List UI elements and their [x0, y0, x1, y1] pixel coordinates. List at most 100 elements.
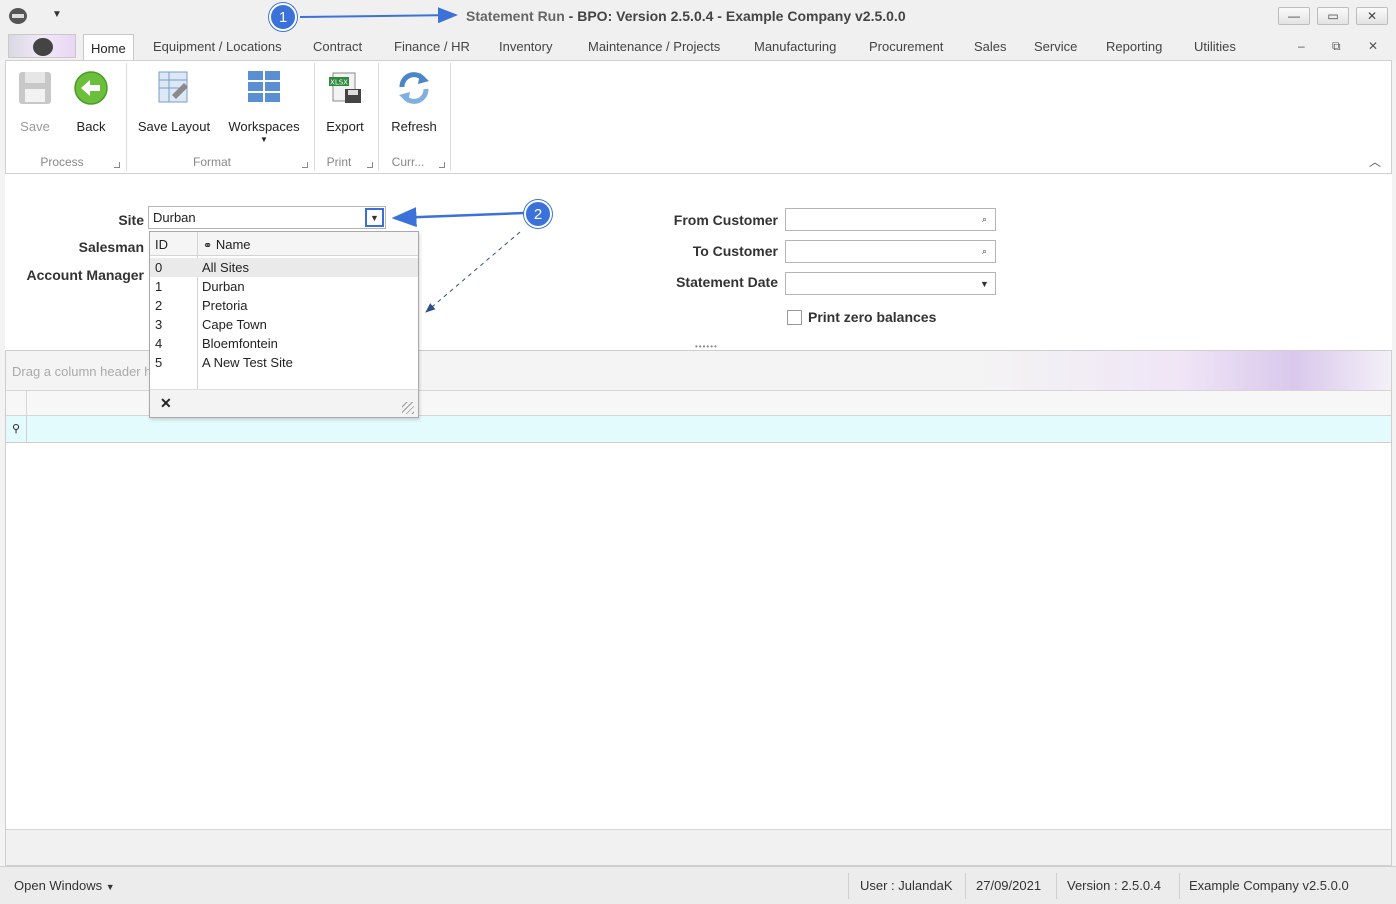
row-id: 5: [155, 355, 163, 370]
status-user: User : JulandaK: [860, 878, 953, 893]
group-launcher-icon[interactable]: [114, 162, 120, 168]
window-title-prefix: Statement Run: [466, 8, 565, 24]
row-name: All Sites: [202, 260, 249, 275]
close-button[interactable]: ✕: [1356, 7, 1388, 25]
group-launcher-icon[interactable]: [302, 162, 308, 168]
dropdown-row[interactable]: 0 All Sites: [150, 258, 418, 277]
tab-procurement[interactable]: Procurement: [869, 39, 943, 54]
tab-finance-hr[interactable]: Finance / HR: [394, 39, 470, 54]
statement-date-label: Statement Date: [676, 274, 778, 290]
group-launcher-icon[interactable]: [367, 162, 373, 168]
chevron-down-icon[interactable]: ▼: [975, 274, 994, 293]
tab-contract[interactable]: Contract: [313, 39, 362, 54]
svg-text:XLSX: XLSX: [330, 79, 348, 87]
group-launcher-icon[interactable]: [439, 162, 445, 168]
mdi-minimize-button[interactable]: –: [1298, 39, 1305, 53]
statement-grid: Drag a column header here to group by th…: [5, 350, 1392, 866]
export-xlsx-icon: XLSX: [329, 72, 361, 103]
dropdown-row[interactable]: 2 Pretoria: [150, 296, 418, 315]
tab-maintenance-projects[interactable]: Maintenance / Projects: [588, 39, 720, 54]
dropdown-col-name[interactable]: ⚭ Name: [203, 237, 251, 252]
site-value: Durban: [153, 210, 196, 225]
export-button[interactable]: XLSX Export: [320, 67, 370, 147]
mdi-restore-button[interactable]: ⧉: [1332, 39, 1341, 54]
print-zero-balances-checkbox[interactable]: [787, 310, 802, 325]
status-version: Version : 2.5.0.4: [1067, 878, 1161, 893]
dropdown-header: ID ⚭ Name: [150, 232, 418, 389]
dropdown-col-id[interactable]: ID: [155, 237, 168, 252]
refresh-icon: [399, 72, 429, 104]
auto-filter-row[interactable]: ⚲: [6, 416, 1391, 443]
save-label: Save: [20, 119, 50, 134]
site-combo[interactable]: Durban ▼: [148, 206, 386, 229]
to-customer-input[interactable]: ⌕: [785, 240, 996, 263]
dropdown-row[interactable]: 1 Durban: [150, 277, 418, 296]
back-label: Back: [76, 119, 106, 134]
open-windows-menu[interactable]: Open Windows ▼: [14, 878, 115, 893]
tab-service[interactable]: Service: [1034, 39, 1077, 54]
row-name: Durban: [202, 279, 245, 294]
chevron-down-icon: ▼: [370, 212, 379, 223]
tab-manufacturing[interactable]: Manufacturing: [754, 39, 836, 54]
tab-equipment-locations[interactable]: Equipment / Locations: [153, 39, 282, 54]
search-icon[interactable]: ⌕: [975, 242, 994, 261]
ribbon-tabs: Home Equipment / Locations Contract Fina…: [0, 34, 1396, 61]
tab-home[interactable]: Home: [83, 34, 134, 61]
group-separator: [450, 63, 451, 171]
site-dropdown-list: ID ⚭ Name 0 All Sites 1 Durban 2 Pretoria 3…: [149, 231, 419, 418]
save-layout-button[interactable]: Save Layout: [134, 67, 214, 147]
row-id: 3: [155, 317, 163, 332]
app-logo-icon[interactable]: [8, 6, 28, 26]
dropdown-row[interactable]: 4 Bloemfontein: [150, 334, 418, 353]
tab-reporting[interactable]: Reporting: [1106, 39, 1162, 54]
to-customer-label: To Customer: [692, 243, 778, 259]
row-id: 4: [155, 336, 163, 351]
group-separator: [378, 63, 379, 171]
window-title-rest: - BPO: Version 2.5.0.4 - Example Company…: [564, 8, 906, 24]
application-menu-button[interactable]: [8, 34, 76, 58]
collapse-ribbon-icon[interactable]: ︿: [1369, 153, 1381, 170]
site-label: Site: [118, 212, 144, 228]
resize-grip-icon[interactable]: [402, 402, 414, 414]
floppy-disk-icon: [19, 72, 51, 104]
save-layout-label: Save Layout: [137, 119, 211, 134]
print-zero-balances-label: Print zero balances: [808, 309, 937, 325]
back-button[interactable]: Back: [66, 67, 116, 147]
filter-row-pin-icon: ⚲: [6, 416, 27, 443]
refresh-button[interactable]: Refresh: [386, 67, 442, 147]
statement-date-picker[interactable]: ▼: [785, 272, 996, 295]
account-manager-label: Account Manager: [26, 267, 144, 283]
quick-access-dropdown-icon[interactable]: ▼: [52, 9, 62, 20]
row-id: 2: [155, 298, 163, 313]
ribbon-panel: Save Back Save Layout Workspaces ▼ XLSX …: [5, 60, 1392, 174]
status-separator: [1056, 873, 1057, 899]
app-menu-logo-icon: [33, 38, 53, 56]
search-icon[interactable]: ⌕: [975, 210, 994, 229]
binoculars-icon: ⚭: [203, 240, 213, 252]
from-customer-input[interactable]: ⌕: [785, 208, 996, 231]
back-arrow-icon: [74, 71, 108, 105]
save-button[interactable]: Save: [12, 67, 58, 147]
row-indicator-header: [6, 391, 27, 416]
minimize-button[interactable]: —: [1278, 7, 1310, 25]
maximize-button[interactable]: ▭: [1317, 7, 1349, 25]
workspaces-button[interactable]: Workspaces ▼: [224, 67, 304, 153]
dropdown-footer: ✕: [150, 389, 418, 417]
dropdown-row[interactable]: 5 A New Test Site: [150, 353, 418, 372]
tab-sales[interactable]: Sales: [974, 39, 1007, 54]
status-company: Example Company v2.5.0.0: [1189, 878, 1349, 893]
site-dropdown-button[interactable]: ▼: [365, 208, 384, 227]
close-icon[interactable]: ✕: [160, 395, 172, 412]
row-id: 0: [155, 260, 163, 275]
annotation-badge-2: 2: [524, 200, 552, 228]
status-separator: [1179, 873, 1180, 899]
mdi-close-button[interactable]: ✕: [1368, 39, 1378, 53]
group-label-curr: Curr...: [391, 155, 425, 169]
tab-utilities[interactable]: Utilities: [1194, 39, 1236, 54]
refresh-label: Refresh: [391, 119, 437, 134]
from-customer-label: From Customer: [673, 212, 778, 228]
tab-inventory[interactable]: Inventory: [499, 39, 552, 54]
dropdown-row[interactable]: 3 Cape Town: [150, 315, 418, 334]
group-separator: [314, 63, 315, 171]
row-name: Pretoria: [202, 298, 248, 313]
